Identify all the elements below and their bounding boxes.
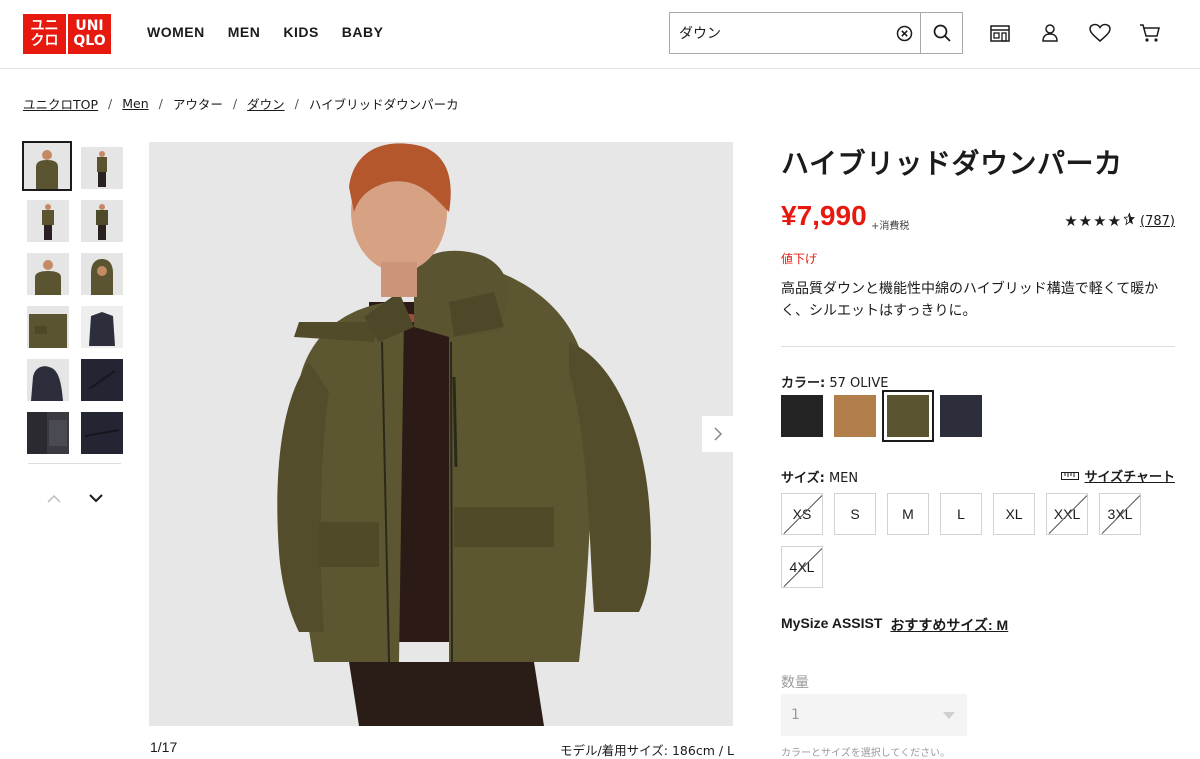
breadcrumb-separator: / xyxy=(232,96,238,111)
thumbnail-2[interactable] xyxy=(81,147,123,189)
quantity-select[interactable]: 1 xyxy=(781,694,967,736)
chevron-up-icon[interactable] xyxy=(44,488,64,508)
recommended-size-link[interactable]: おすすめサイズ: M xyxy=(890,615,1008,635)
color-swatch-black[interactable] xyxy=(781,395,823,437)
thumbnail-9[interactable] xyxy=(27,359,69,401)
size-option-l[interactable]: L xyxy=(940,493,982,535)
size-label-text: サイズ: xyxy=(781,471,825,486)
color-swatch-brown[interactable] xyxy=(834,395,876,437)
breadcrumb-separator: / xyxy=(108,96,113,111)
thumbnail-3[interactable] xyxy=(27,200,69,242)
main-nav: WOMEN MEN KIDS BABY xyxy=(147,24,383,40)
nav-women[interactable]: WOMEN xyxy=(147,24,205,40)
review-count-link[interactable]: (787) xyxy=(1140,214,1175,229)
size-chart-label: サイズチャート xyxy=(1084,470,1175,485)
size-option-m[interactable]: M xyxy=(887,493,929,535)
quantity-value: 1 xyxy=(791,707,800,723)
breadcrumb-down[interactable]: ダウン xyxy=(247,94,285,113)
logo-line-1: ユニ xyxy=(30,18,59,34)
color-label-text: カラー: xyxy=(781,376,826,391)
logo-latin: UNI QLO xyxy=(68,14,111,54)
chevron-down-icon[interactable] xyxy=(86,488,106,508)
color-label: カラー: 57 OLIVE xyxy=(781,372,888,391)
breadcrumb-top[interactable]: ユニクロTOP xyxy=(23,94,98,113)
mysize-assist: MySize ASSIST おすすめサイズ: M xyxy=(781,615,1008,635)
size-option-s[interactable]: S xyxy=(834,493,876,535)
ruler-icon xyxy=(1060,471,1079,480)
model-info: モデル/着用サイズ: 186cm / L xyxy=(559,743,734,758)
user-icon[interactable] xyxy=(1037,20,1063,46)
size-chart-link[interactable]: サイズチャート xyxy=(1060,466,1175,485)
header-icons xyxy=(987,20,1163,46)
mysize-label: MySize ASSIST xyxy=(781,615,883,631)
image-counter: 1/17 xyxy=(150,739,178,755)
heart-icon[interactable] xyxy=(1087,20,1113,46)
search-box xyxy=(669,12,963,54)
tax-note: +消費税 xyxy=(871,221,910,232)
thumbnail-7[interactable] xyxy=(27,306,69,348)
thumbnail-4[interactable] xyxy=(81,200,123,242)
quantity-label: 数量 xyxy=(781,675,809,691)
site-header: ユニ クロ UNI QLO WOMEN MEN KIDS BABY xyxy=(0,0,1200,69)
sale-tag: 値下げ xyxy=(781,252,818,266)
thumbnail-5[interactable] xyxy=(27,253,69,295)
breadcrumb: ユニクロTOP / Men / アウター / ダウン / ハイブリッドダウンパー… xyxy=(23,94,459,113)
breadcrumb-current: ハイブリッドダウンパーカ xyxy=(308,97,459,112)
nav-baby[interactable]: BABY xyxy=(342,24,384,40)
product-photo xyxy=(149,142,733,726)
thumbnail-8[interactable] xyxy=(81,306,123,348)
thumbnail-11[interactable] xyxy=(27,412,69,454)
thumbnail-10[interactable] xyxy=(81,359,123,401)
caret-down-icon xyxy=(943,711,955,719)
store-icon[interactable] xyxy=(987,20,1013,46)
thumbnail-12[interactable] xyxy=(81,412,123,454)
selected-color: 57 OLIVE xyxy=(829,376,889,391)
clear-search-icon[interactable] xyxy=(888,13,920,53)
logo-line-4: QLO xyxy=(73,33,106,49)
rating-stars: ★★★★ xyxy=(1064,212,1123,230)
color-swatch-olive[interactable] xyxy=(882,390,934,442)
logo-line-2: クロ xyxy=(30,33,59,49)
breadcrumb-separator: / xyxy=(158,96,163,111)
size-option-3xl[interactable]: 3XL xyxy=(1099,493,1141,535)
quantity-hint: カラーとサイズを選択してください。 xyxy=(781,748,951,759)
nav-kids[interactable]: KIDS xyxy=(283,24,318,40)
half-star-icon xyxy=(1123,212,1136,230)
size-options: XS S M L XL XXL 3XL 4XL xyxy=(781,493,1181,593)
breadcrumb-outer: アウター xyxy=(172,97,223,112)
size-option-xl[interactable]: XL xyxy=(993,493,1035,535)
size-option-xxl[interactable]: XXL xyxy=(1046,493,1088,535)
size-option-4xl[interactable]: 4XL xyxy=(781,546,823,588)
breadcrumb-separator: / xyxy=(294,96,299,111)
logo-katakana: ユニ クロ xyxy=(23,14,66,54)
nav-men[interactable]: MEN xyxy=(228,24,261,40)
thumbnail-1[interactable] xyxy=(22,141,72,191)
search-input[interactable] xyxy=(670,13,888,53)
logo-line-3: UNI xyxy=(75,18,104,34)
color-swatch-navy[interactable] xyxy=(940,395,982,437)
size-category: MEN xyxy=(828,471,859,486)
product-description: 高品質ダウンと機能性中綿のハイブリッド構造で軽くて暖かく、シルエットはすっきりに… xyxy=(781,281,1159,319)
uniqlo-logo[interactable]: ユニ クロ UNI QLO xyxy=(23,14,111,54)
cart-icon[interactable] xyxy=(1137,20,1163,46)
product-rating: ★★★★ (787) xyxy=(1064,212,1175,230)
size-label: サイズ: MEN xyxy=(781,467,858,486)
thumbnail-divider xyxy=(28,463,121,464)
size-option-xs[interactable]: XS xyxy=(781,493,823,535)
main-product-image xyxy=(149,142,733,726)
product-price: ¥7,990 xyxy=(781,200,867,231)
section-divider xyxy=(781,346,1175,347)
breadcrumb-men[interactable]: Men xyxy=(122,96,148,111)
search-icon[interactable] xyxy=(921,13,962,53)
thumbnail-6[interactable] xyxy=(81,253,123,295)
next-image-button[interactable] xyxy=(702,416,734,452)
product-title: ハイブリッドダウンパーカ xyxy=(781,147,1123,180)
